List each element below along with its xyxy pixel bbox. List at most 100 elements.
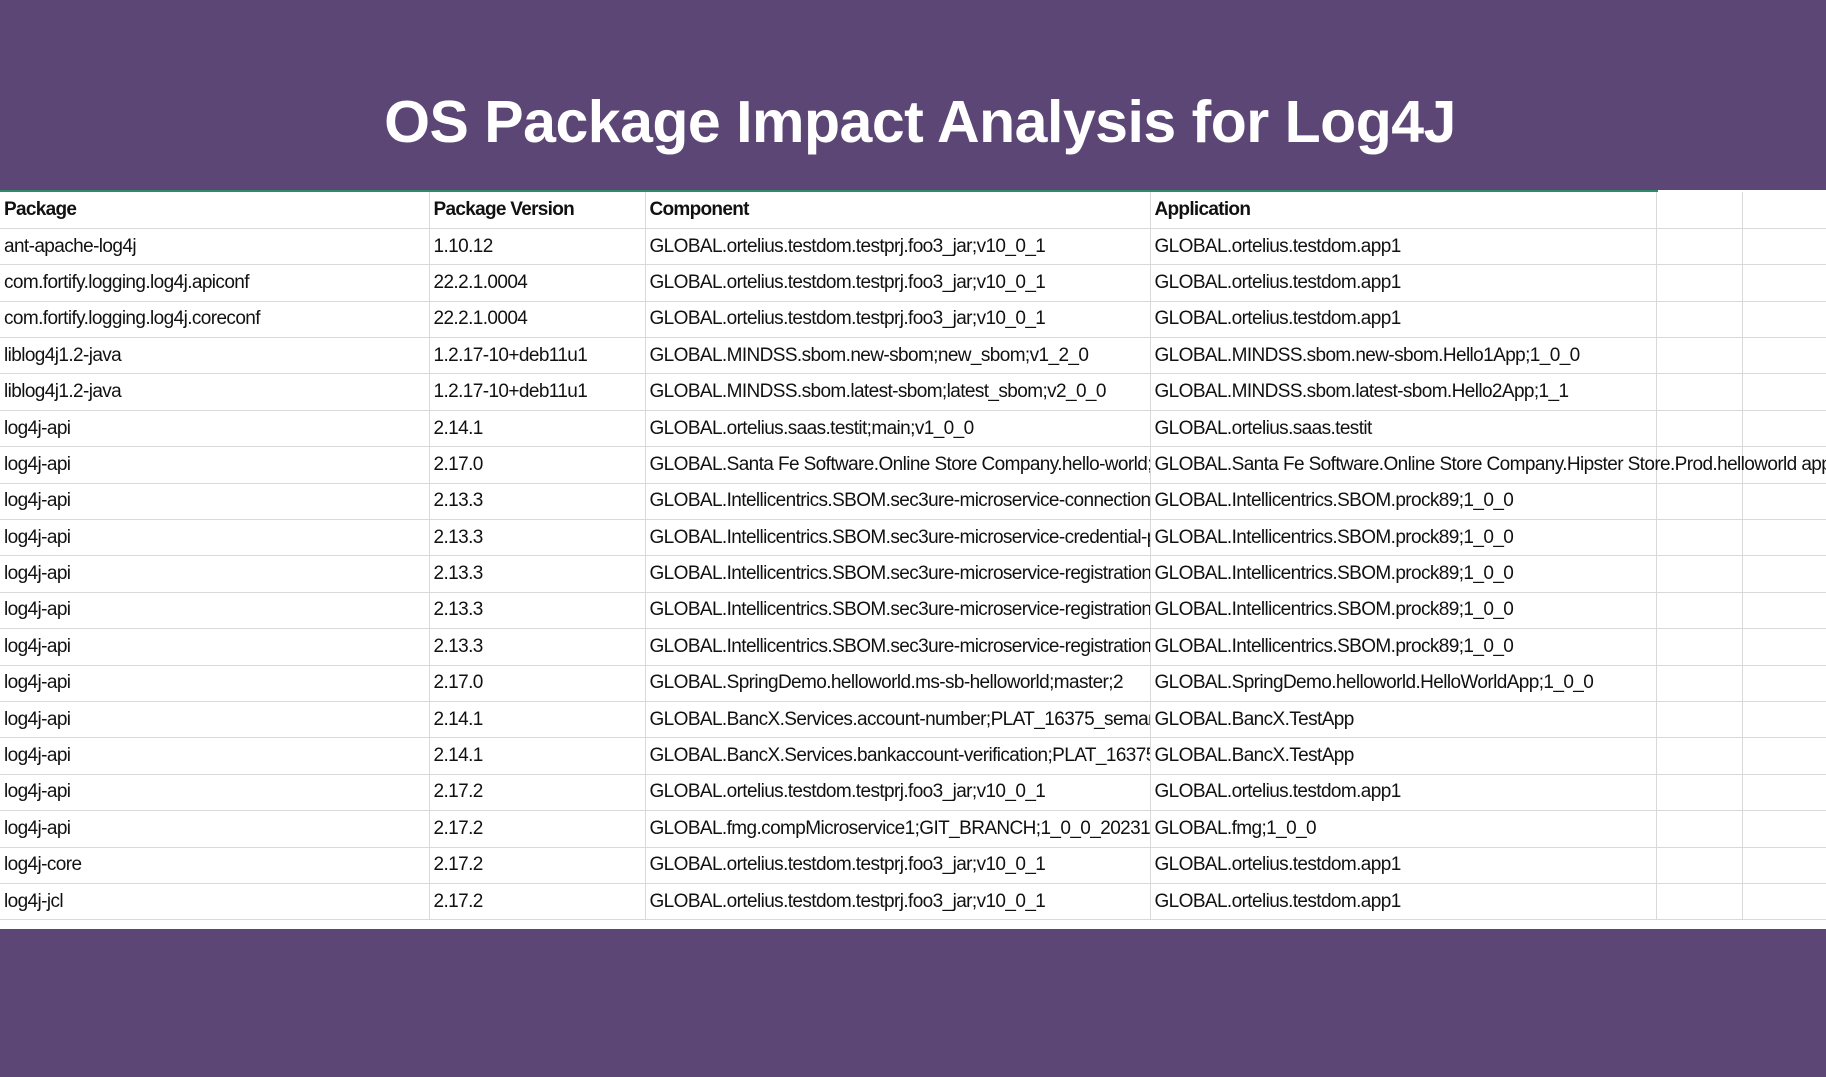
cell-package[interactable]: log4j-api — [0, 628, 430, 666]
cell-application[interactable]: GLOBAL.Intellicentrics.SBOM.prock89;1_0_… — [1150, 555, 1657, 593]
cell-component[interactable]: GLOBAL.ortelius.testdom.testprj.foo3_jar… — [645, 774, 1151, 812]
cell-package[interactable]: log4j-api — [0, 665, 430, 702]
empty-cell[interactable] — [1742, 592, 1826, 630]
empty-cell[interactable] — [1656, 774, 1743, 812]
cell-component[interactable]: GLOBAL.MINDSS.sbom.new-sbom;new_sbom;v1_… — [645, 337, 1151, 375]
cell-package-version[interactable]: 2.17.2 — [429, 810, 646, 848]
empty-cell[interactable] — [1742, 847, 1826, 884]
cell-application[interactable]: GLOBAL.Santa Fe Software.Online Store Co… — [1150, 446, 1826, 484]
cell-package[interactable]: log4j-api — [0, 701, 430, 739]
cell-package-version[interactable]: 22.2.1.0004 — [429, 264, 646, 302]
empty-cell[interactable] — [1742, 810, 1826, 848]
empty-cell[interactable] — [1742, 555, 1826, 593]
column-header-application[interactable]: Application — [1150, 192, 1657, 229]
empty-cell[interactable] — [1742, 410, 1826, 448]
cell-application[interactable]: GLOBAL.fmg;1_0_0 — [1150, 810, 1657, 848]
cell-package-version[interactable]: 2.17.2 — [429, 774, 646, 812]
cell-package[interactable]: com.fortify.logging.log4j.apiconf — [0, 264, 430, 302]
cell-package-version[interactable]: 2.17.0 — [429, 665, 646, 702]
empty-cell[interactable] — [1742, 483, 1826, 521]
cell-package-version[interactable]: 1.2.17-10+deb11u1 — [429, 337, 646, 375]
cell-package-version[interactable]: 1.10.12 — [429, 228, 646, 266]
cell-package[interactable]: log4j-api — [0, 519, 430, 557]
cell-package[interactable]: log4j-core — [0, 847, 430, 884]
cell-application[interactable]: GLOBAL.MINDSS.sbom.new-sbom.Hello1App;1_… — [1150, 337, 1657, 375]
cell-package[interactable]: log4j-api — [0, 446, 430, 484]
empty-cell[interactable] — [1742, 737, 1826, 775]
cell-component[interactable]: GLOBAL.Intellicentrics.SBOM.sec3ure-micr… — [645, 592, 1151, 630]
cell-application[interactable]: GLOBAL.ortelius.testdom.app1 — [1150, 301, 1657, 339]
cell-application[interactable]: GLOBAL.BancX.TestApp — [1150, 737, 1657, 775]
cell-component[interactable]: GLOBAL.ortelius.testdom.testprj.foo3_jar… — [645, 228, 1151, 266]
cell-package-version[interactable]: 2.13.3 — [429, 519, 646, 557]
cell-application[interactable]: GLOBAL.SpringDemo.helloworld.HelloWorldA… — [1150, 665, 1657, 702]
empty-cell[interactable] — [1656, 883, 1743, 921]
cell-package-version[interactable]: 2.17.2 — [429, 847, 646, 884]
cell-package-version[interactable]: 2.14.1 — [429, 737, 646, 775]
empty-cell[interactable] — [1742, 774, 1826, 812]
empty-cell[interactable] — [1742, 665, 1826, 702]
cell-component[interactable]: GLOBAL.Santa Fe Software.Online Store Co… — [645, 446, 1151, 484]
empty-cell[interactable] — [1656, 483, 1743, 521]
cell-component[interactable]: GLOBAL.MINDSS.sbom.latest-sbom;latest_sb… — [645, 373, 1151, 411]
cell-package-version[interactable]: 2.13.3 — [429, 628, 646, 666]
empty-cell[interactable] — [1742, 628, 1826, 666]
empty-cell[interactable] — [1656, 628, 1743, 666]
cell-package[interactable]: log4j-api — [0, 592, 430, 630]
cell-package-version[interactable]: 1.2.17-10+deb11u1 — [429, 373, 646, 411]
empty-cell[interactable] — [1742, 373, 1826, 411]
empty-cell[interactable] — [1742, 701, 1826, 739]
cell-component[interactable]: GLOBAL.BancX.Services.account-number;PLA… — [645, 701, 1151, 739]
cell-package-version[interactable]: 2.17.2 — [429, 883, 646, 921]
empty-cell[interactable] — [1742, 228, 1826, 266]
empty-cell[interactable] — [1656, 810, 1743, 848]
cell-component[interactable]: GLOBAL.ortelius.testdom.testprj.foo3_jar… — [645, 301, 1151, 339]
cell-component[interactable]: GLOBAL.Intellicentrics.SBOM.sec3ure-micr… — [645, 483, 1151, 521]
cell-package[interactable]: liblog4j1.2-java — [0, 337, 430, 375]
empty-cell[interactable] — [1656, 665, 1743, 702]
empty-cell[interactable] — [1742, 883, 1826, 921]
empty-cell[interactable] — [1656, 701, 1743, 739]
cell-component[interactable]: GLOBAL.ortelius.saas.testit;main;v1_0_0 — [645, 410, 1151, 448]
empty-cell[interactable] — [1656, 555, 1743, 593]
cell-package-version[interactable]: 2.13.3 — [429, 483, 646, 521]
cell-package[interactable]: com.fortify.logging.log4j.coreconf — [0, 301, 430, 339]
cell-component[interactable]: GLOBAL.Intellicentrics.SBOM.sec3ure-micr… — [645, 519, 1151, 557]
cell-component[interactable]: GLOBAL.ortelius.testdom.testprj.foo3_jar… — [645, 847, 1151, 884]
cell-application[interactable]: GLOBAL.ortelius.testdom.app1 — [1150, 228, 1657, 266]
cell-package[interactable]: log4j-api — [0, 774, 430, 812]
cell-application[interactable]: GLOBAL.ortelius.testdom.app1 — [1150, 883, 1657, 921]
cell-application[interactable]: GLOBAL.BancX.TestApp — [1150, 701, 1657, 739]
cell-application[interactable]: GLOBAL.Intellicentrics.SBOM.prock89;1_0_… — [1150, 519, 1657, 557]
cell-package-version[interactable]: 22.2.1.0004 — [429, 301, 646, 339]
cell-package[interactable]: log4j-api — [0, 737, 430, 775]
cell-package[interactable]: ant-apache-log4j — [0, 228, 430, 266]
cell-component[interactable]: GLOBAL.BancX.Services.bankaccount-verifi… — [645, 737, 1151, 775]
cell-package[interactable]: log4j-jcl — [0, 883, 430, 921]
cell-application[interactable]: GLOBAL.MINDSS.sbom.latest-sbom.Hello2App… — [1150, 373, 1657, 411]
empty-cell[interactable] — [1742, 301, 1826, 339]
cell-component[interactable]: GLOBAL.ortelius.testdom.testprj.foo3_jar… — [645, 883, 1151, 921]
cell-package-version[interactable]: 2.17.0 — [429, 446, 646, 484]
cell-package-version[interactable]: 2.13.3 — [429, 555, 646, 593]
empty-cell[interactable] — [1656, 410, 1743, 448]
cell-application[interactable]: GLOBAL.ortelius.testdom.app1 — [1150, 847, 1657, 884]
empty-cell[interactable] — [1742, 519, 1826, 557]
cell-application[interactable]: GLOBAL.ortelius.testdom.app1 — [1150, 774, 1657, 812]
cell-component[interactable]: GLOBAL.Intellicentrics.SBOM.sec3ure-micr… — [645, 628, 1151, 666]
cell-application[interactable]: GLOBAL.Intellicentrics.SBOM.prock89;1_0_… — [1150, 592, 1657, 630]
empty-cell[interactable] — [1656, 192, 1743, 229]
cell-package[interactable]: liblog4j1.2-java — [0, 373, 430, 411]
cell-application[interactable]: GLOBAL.ortelius.testdom.app1 — [1150, 264, 1657, 302]
cell-component[interactable]: GLOBAL.Intellicentrics.SBOM.sec3ure-micr… — [645, 555, 1151, 593]
empty-cell[interactable] — [1656, 228, 1743, 266]
cell-package[interactable]: log4j-api — [0, 555, 430, 593]
cell-package[interactable]: log4j-api — [0, 810, 430, 848]
empty-cell[interactable] — [1656, 301, 1743, 339]
empty-cell[interactable] — [1656, 737, 1743, 775]
cell-component[interactable]: GLOBAL.fmg.compMicroservice1;GIT_BRANCH;… — [645, 810, 1151, 848]
cell-package-version[interactable]: 2.14.1 — [429, 410, 646, 448]
empty-cell[interactable] — [1656, 337, 1743, 375]
column-header-package[interactable]: Package — [0, 192, 430, 229]
cell-application[interactable]: GLOBAL.ortelius.saas.testit — [1150, 410, 1657, 448]
